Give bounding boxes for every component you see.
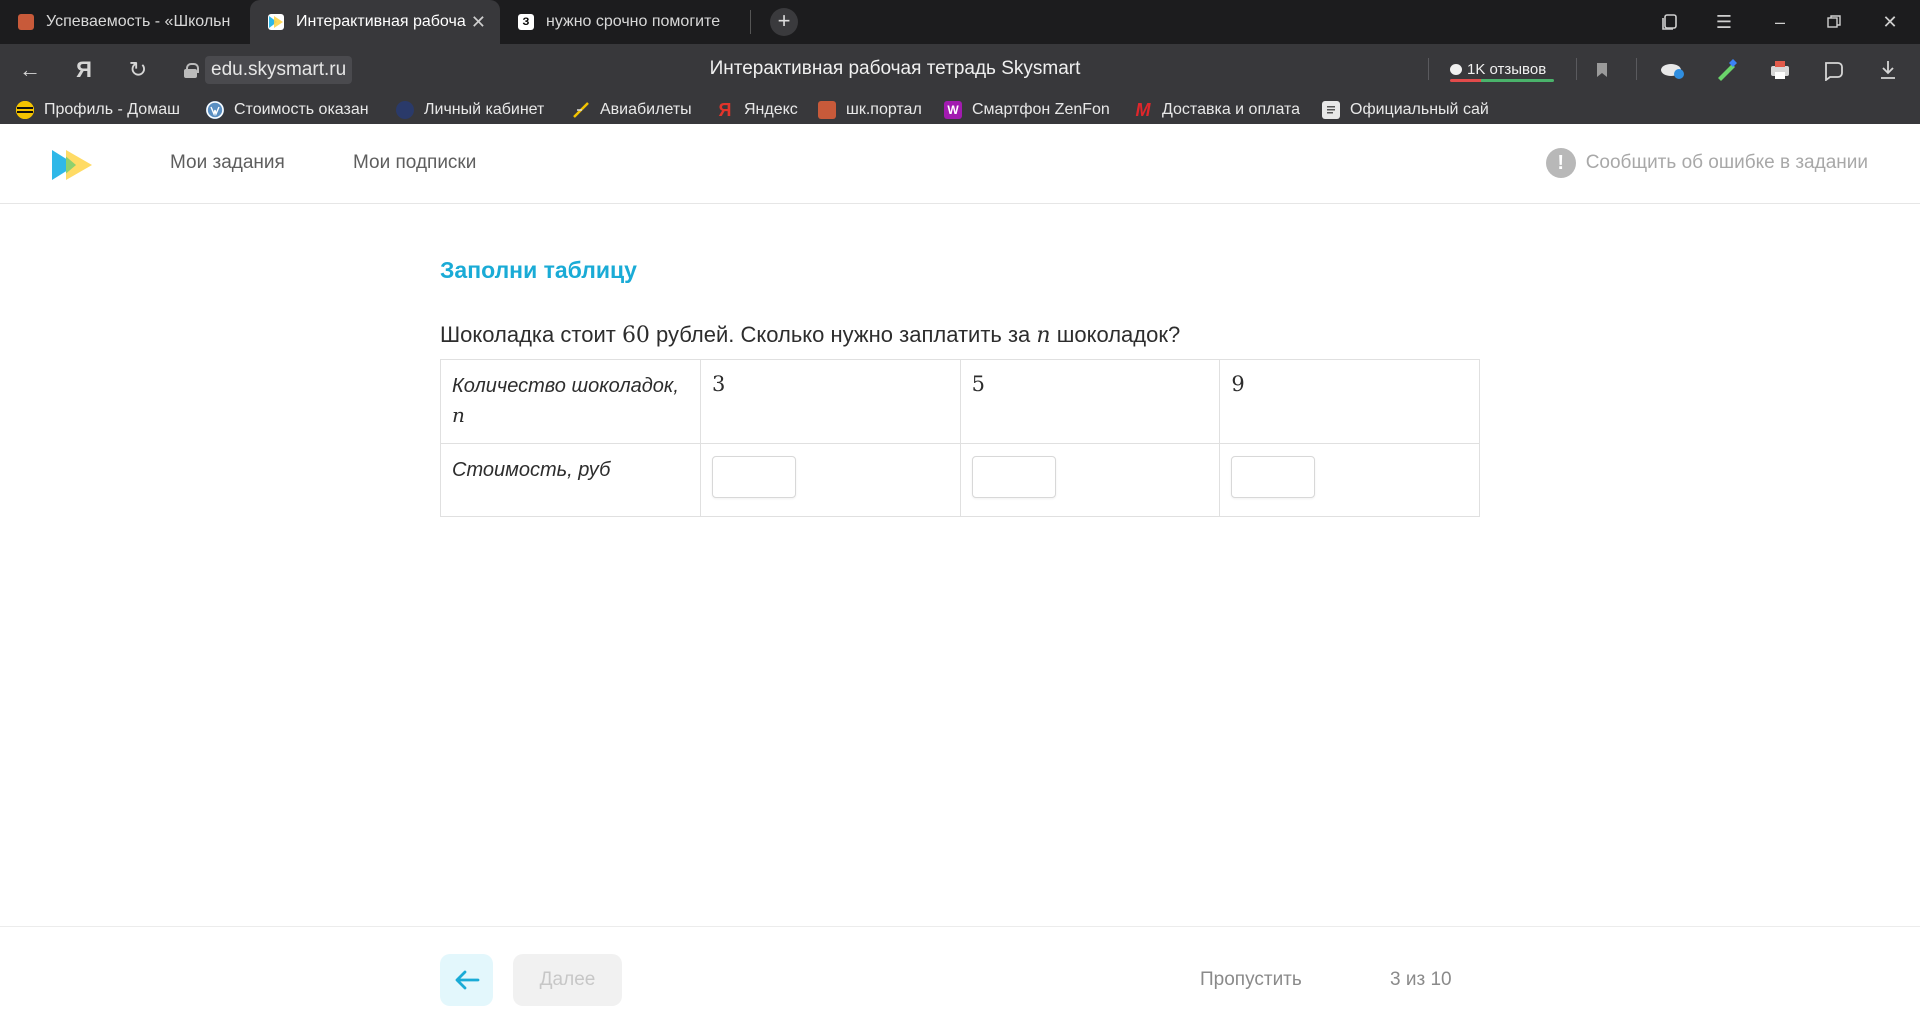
speech-bubble-icon [1450, 63, 1462, 75]
toolbar-separator [1576, 58, 1577, 80]
nav-my-subscriptions[interactable]: Мои подписки [353, 152, 476, 174]
download-icon[interactable] [1874, 56, 1902, 84]
next-button[interactable]: Далее [513, 954, 622, 1006]
answer-table: Количество шоколадок, n 3 5 9 Стоимость,… [440, 359, 1480, 517]
bookmark-item[interactable]: Официальный сай [1322, 99, 1492, 121]
menu-icon[interactable]: ☰ [1710, 8, 1738, 36]
answer-input-1[interactable] [712, 456, 796, 498]
bookmark-icon[interactable] [1588, 56, 1616, 84]
tabs-panel-icon[interactable] [1656, 8, 1684, 36]
cabinet-icon [396, 101, 414, 119]
bookmarks-bar: Профиль - Домаш Стоимость оказан Личный … [0, 96, 1920, 124]
row-header-label: Количество шоколадок, [452, 375, 679, 397]
bookmark-label: Доставка и оплата [1162, 101, 1301, 118]
task-question: Шоколадка стоит 60 рублей. Сколько нужно… [440, 322, 1180, 348]
report-error-button[interactable]: ! Сообщить об ошибке в задании [1545, 148, 1868, 178]
bookmark-label: Яндекс [744, 101, 798, 118]
yandex-icon: Я [718, 99, 732, 120]
quantity-cell: 9 [1219, 359, 1480, 444]
bookmark-item[interactable]: Профиль - Домаш [16, 99, 188, 121]
bookmark-label: Официальный сай [1350, 101, 1489, 118]
bookmark-label: Стоимость оказан [234, 101, 369, 118]
report-error-label: Сообщить об ошибке в задании [1585, 152, 1868, 173]
tab-title: Интерактивная рабоча [296, 13, 466, 30]
school-favicon-icon [18, 14, 34, 30]
alice-chat-icon[interactable] [1820, 56, 1848, 84]
variable-n: n [1036, 323, 1051, 348]
skysmart-logo-icon[interactable] [52, 150, 94, 180]
bookmark-item[interactable]: Личный кабинет [396, 99, 554, 121]
bookmark-label: шк.портал [846, 101, 922, 118]
variable-n: n [452, 403, 465, 427]
beeline-icon [16, 101, 34, 119]
bookmark-item[interactable]: W Смартфон ZenFon [944, 99, 1116, 121]
browser-tab-strip: Успеваемость - «Школьн Интерактивная раб… [0, 0, 1920, 44]
answer-cell [700, 443, 961, 517]
task-progress: 3 из 10 [1390, 969, 1452, 990]
toolbar-separator [1428, 58, 1429, 80]
answer-cell [1219, 443, 1480, 517]
bookmark-item[interactable]: Я Яндекс [716, 99, 812, 121]
plane-icon [572, 101, 590, 119]
bookmark-label: Личный кабинет [424, 101, 545, 118]
answer-cell [959, 443, 1221, 517]
bookmark-label: Смартфон ZenFon [972, 101, 1110, 118]
reviews-label: 1K отзывов [1467, 60, 1547, 78]
close-tab-icon[interactable]: ✕ [471, 12, 486, 33]
tab-separator [750, 10, 751, 34]
minimize-icon[interactable]: – [1766, 8, 1794, 36]
question-text-part: рублей. Сколько нужно заплатить за [649, 322, 1037, 347]
question-text-part: Шоколадка стоит [440, 322, 622, 347]
row-header-quantity: Количество шоколадок, n [440, 359, 701, 444]
address-bar: ← Я ↻ edu.skysmart.ru Интерактивная рабо… [0, 44, 1920, 96]
restore-icon[interactable] [1820, 8, 1848, 36]
arrow-left-icon [455, 970, 479, 990]
document-icon [1322, 101, 1340, 119]
m-video-icon: M [1135, 99, 1151, 120]
close-window-icon[interactable]: ✕ [1876, 8, 1904, 36]
bookmark-item[interactable]: Авиабилеты [572, 99, 698, 121]
task-footer: Далее Пропустить 3 из 10 [0, 926, 1920, 1030]
tab-title: нужно срочно помогите [546, 13, 721, 30]
bookmark-item[interactable]: M Доставка и оплата [1134, 99, 1302, 121]
quantity-cell: 5 [959, 359, 1221, 444]
school-portal-icon [818, 101, 836, 119]
table-row: Стоимость, руб [440, 443, 1480, 517]
znanija-favicon-icon: З [518, 14, 534, 30]
exclamation-icon: ! [1545, 148, 1576, 178]
wordpress-icon [206, 101, 224, 119]
new-tab-button[interactable]: + [770, 8, 798, 36]
skip-button[interactable]: Пропустить [1200, 969, 1302, 991]
answer-input-3[interactable] [1231, 456, 1316, 498]
tab-school-grades[interactable]: Успеваемость - «Школьн [0, 0, 248, 44]
site-header: Мои задания Мои подписки ! Сообщить об о… [0, 124, 1920, 204]
tab-question[interactable]: З нужно срочно помогите [500, 0, 748, 44]
table-row: Количество шоколадок, n 3 5 9 [440, 359, 1480, 444]
wildberries-icon: W [944, 101, 962, 119]
price-value: 60 [621, 323, 650, 348]
reviews-button[interactable]: 1K отзывов [1450, 54, 1554, 84]
bookmark-label: Авиабилеты [600, 101, 692, 118]
task-title: Заполни таблицу [440, 257, 637, 283]
nav-my-tasks[interactable]: Мои задания [170, 152, 285, 174]
quantity-cell: 3 [700, 359, 961, 444]
answer-input-2[interactable] [971, 456, 1056, 498]
tab-title: Успеваемость - «Школьн [46, 13, 231, 30]
weather-icon[interactable] [1658, 56, 1686, 84]
rating-bar [1450, 79, 1554, 82]
pen-extension-icon[interactable] [1712, 56, 1740, 84]
previous-task-button[interactable] [440, 954, 493, 1006]
bookmark-item[interactable]: шк.портал [818, 99, 930, 121]
print-icon[interactable] [1766, 56, 1794, 84]
skysmart-favicon-icon [268, 14, 284, 30]
question-text-part: шоколадок? [1050, 322, 1181, 347]
bookmark-label: Профиль - Домаш [44, 101, 180, 118]
bookmark-item[interactable]: Стоимость оказан [206, 99, 378, 121]
row-header-cost: Стоимость, руб [440, 443, 701, 517]
tab-skysmart[interactable]: Интерактивная рабоча ✕ [250, 0, 500, 44]
toolbar-separator [1636, 58, 1637, 80]
